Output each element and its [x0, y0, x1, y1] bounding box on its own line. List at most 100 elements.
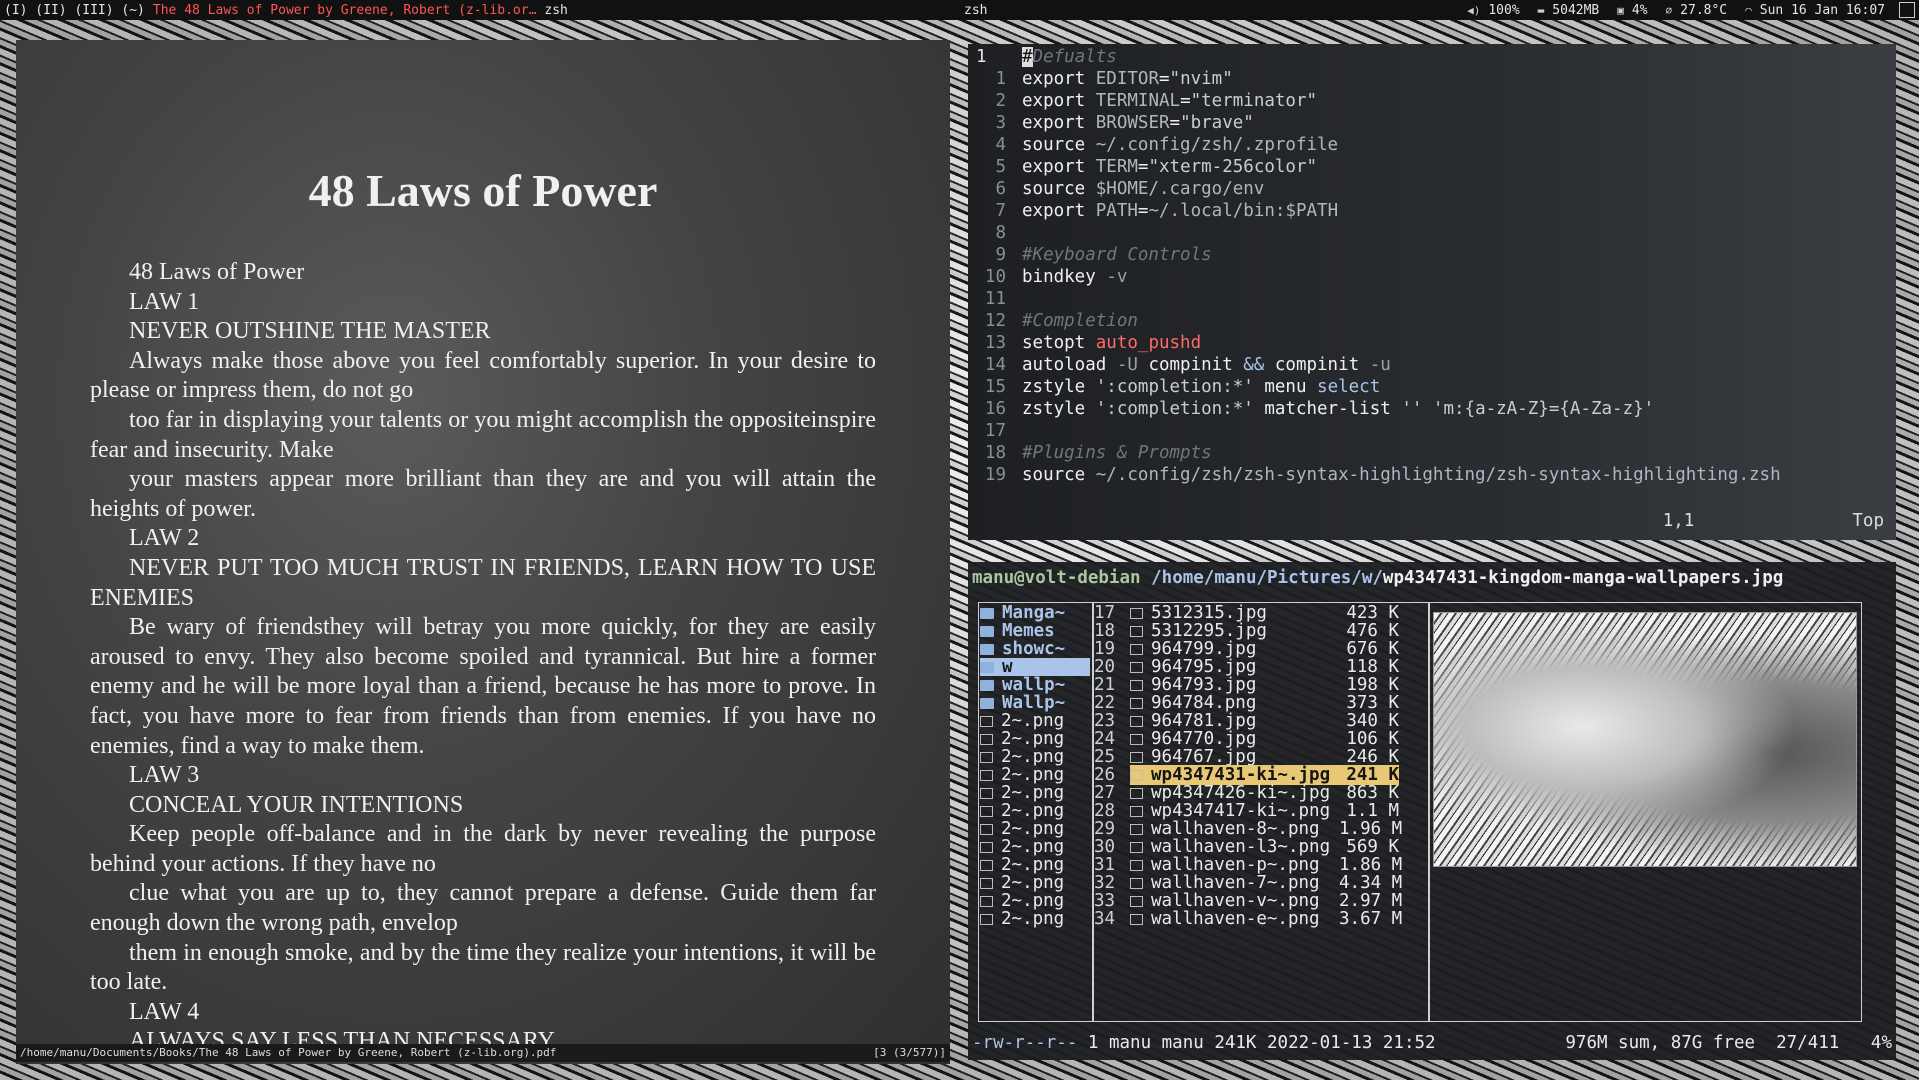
code-token: ~/.config/zsh/zsh-syntax-highlighting/zs…	[1095, 465, 1781, 485]
file-list-item[interactable]: 23 964781.jpg 340 K	[1094, 712, 1424, 730]
parent-directory-item[interactable]: wallp~	[980, 676, 1090, 694]
file-list-item[interactable]: 31 wallhaven-p~.png 1.86 M	[1094, 856, 1424, 874]
parent-directory-item[interactable]: 2~.png	[980, 712, 1090, 730]
file-size: 863 K	[1346, 783, 1399, 803]
document-paragraph: Always make those above you feel comfort…	[90, 347, 876, 404]
file-list-item[interactable]: 17 5312315.jpg 423 K	[1094, 604, 1424, 622]
focused-window-name: zsh	[964, 2, 988, 18]
file-size: 476 K	[1346, 621, 1399, 641]
item-name: 2~.png	[1001, 909, 1065, 929]
parent-directory-item[interactable]: 2~.png	[980, 802, 1090, 820]
file-list-item[interactable]: 33 wallhaven-v~.png 2.97 M	[1094, 892, 1424, 910]
parent-directory-item[interactable]: Memes	[980, 622, 1090, 640]
status-bar: (I) (II) (III) (~) The 48 Laws of Power …	[0, 0, 1919, 20]
document-paragraph: clue what you are up to, they cannot pre…	[90, 880, 876, 937]
parent-directory-item[interactable]: 2~.png	[980, 910, 1090, 928]
line-number: 2	[995, 91, 1006, 111]
image-file-icon	[1130, 860, 1143, 871]
editor-line[interactable]: 1 #Defualts	[968, 46, 1117, 68]
editor-line[interactable]: 15 zstyle ':completion:*' menu select	[968, 376, 1380, 398]
editor-line[interactable]: 1 export EDITOR="nvim"	[968, 68, 1232, 90]
file-index: 30	[1094, 837, 1116, 857]
tray-icon[interactable]	[1899, 2, 1915, 18]
item-name: w	[1002, 657, 1013, 677]
parent-directory-item[interactable]: 2~.png	[980, 784, 1090, 802]
file-list-item[interactable]: 21 964793.jpg 198 K	[1094, 676, 1424, 694]
temperature-icon: ⌀	[1665, 3, 1673, 17]
parent-directory-item[interactable]: Wallp~	[980, 694, 1090, 712]
parent-directory-item[interactable]: 2~.png	[980, 874, 1090, 892]
file-list-item[interactable]: 22 964784.png 373 K	[1094, 694, 1424, 712]
item-name: 2~.png	[1001, 891, 1065, 911]
editor-line[interactable]: 10 bindkey -v	[968, 266, 1127, 288]
file-manager-window[interactable]: manu@volt-debian /home/manu/Pictures/w/w…	[968, 562, 1896, 1060]
file-list-item[interactable]: 28 wp4347417-ki~.png 1.1 M	[1094, 802, 1424, 820]
file-list-item[interactable]: 30 wallhaven-l3~.png 569 K	[1094, 838, 1424, 856]
editor-line[interactable]: 11	[968, 288, 1022, 310]
file-list-item[interactable]: 25 964767.jpg 246 K	[1094, 748, 1424, 766]
system-stats: ◀) 100% ▬ 5042MB ▣ 4% ⌀ 27.8°C ◠ Sun 16 Jan 1…	[1449, 0, 1919, 20]
editor-line[interactable]: 7 export PATH=~/.local/bin:$PATH	[968, 200, 1338, 222]
image-file-icon	[1130, 896, 1143, 907]
parent-directory-item[interactable]: w	[980, 658, 1090, 676]
file-list-item[interactable]: 19 964799.jpg 676 K	[1094, 640, 1424, 658]
file-list-item[interactable]: 34 wallhaven-e~.png 3.67 M	[1094, 910, 1424, 928]
item-name: 2~.png	[1001, 801, 1065, 821]
editor-line[interactable]: 19 source ~/.config/zsh/zsh-syntax-highli…	[968, 464, 1781, 486]
parent-directory-item[interactable]: 2~.png	[980, 892, 1090, 910]
editor-line[interactable]: 9 #Keyboard Controls	[968, 244, 1211, 266]
image-file-icon	[1130, 698, 1143, 709]
editor-line[interactable]: 2 export TERMINAL="terminator"	[968, 90, 1317, 112]
editor-line[interactable]: 8	[968, 222, 1022, 244]
file-list-item[interactable]: 20 964795.jpg 118 K	[1094, 658, 1424, 676]
pdf-reader-window[interactable]: 48 Laws of Power 48 Laws of Power LAW 1 …	[16, 40, 950, 1064]
document-paragraph: LAW 4	[129, 998, 200, 1025]
code-token: source	[1022, 465, 1096, 485]
parent-directory-item[interactable]: 2~.png	[980, 838, 1090, 856]
code-token: zstyle	[1022, 377, 1096, 397]
image-file-icon	[1130, 752, 1143, 763]
code-token: =	[1158, 69, 1170, 89]
code-token: source	[1022, 179, 1096, 199]
parent-directory-item[interactable]: 2~.png	[980, 748, 1090, 766]
editor-line[interactable]: 5 export TERM="xterm-256color"	[968, 156, 1317, 178]
file-list-item[interactable]: 27 wp4347426-ki~.jpg 863 K	[1094, 784, 1424, 802]
file-list-item[interactable]: 26 wp4347431-ki~.jpg 241 K	[1094, 765, 1424, 785]
editor-line[interactable]: 3 export BROWSER="brave"	[968, 112, 1253, 134]
editor-line[interactable]: 6 source $HOME/.cargo/env	[968, 178, 1264, 200]
parent-directory-item[interactable]: 2~.png	[980, 730, 1090, 748]
image-file-icon	[980, 806, 993, 817]
file-list-item[interactable]: 32 wallhaven-7~.png 4.34 M	[1094, 874, 1424, 892]
nvim-editor-window[interactable]: 1,1 Top 1 #Defualts 1 export EDITOR="nvim" 2…	[968, 44, 1896, 540]
file-name: wallhaven-v~.png	[1151, 891, 1320, 911]
parent-directory-item[interactable]: 2~.png	[980, 820, 1090, 838]
memory-icon: ▬	[1537, 3, 1545, 17]
item-name: 2~.png	[1001, 765, 1065, 785]
file-size: 246 K	[1346, 747, 1399, 767]
parent-directory-item[interactable]: Manga~	[980, 604, 1090, 622]
file-entry: wallhaven-7~.png 4.34 M	[1130, 873, 1402, 893]
item-name: 2~.png	[1001, 747, 1065, 767]
parent-directory-item[interactable]: 2~.png	[980, 856, 1090, 874]
image-preview	[1433, 612, 1857, 867]
file-name: wallhaven-e~.png	[1151, 909, 1320, 929]
file-list-item[interactable]: 24 964770.jpg 106 K	[1094, 730, 1424, 748]
workspace-list[interactable]: (I) (II) (III) (~)	[0, 3, 145, 18]
image-file-icon	[1130, 644, 1143, 655]
file-entry: 964767.jpg 246 K	[1130, 747, 1399, 767]
editor-line[interactable]: 17	[968, 420, 1022, 442]
code-token: ~/.local/bin:	[1148, 201, 1286, 221]
editor-line[interactable]: 13 setopt auto_pushd	[968, 332, 1201, 354]
editor-line[interactable]: 4 source ~/.config/zsh/.zprofile	[968, 134, 1338, 156]
code-token: compinit	[1274, 355, 1370, 375]
code-token: Defualts	[1032, 47, 1117, 67]
file-list-item[interactable]: 18 5312295.jpg 476 K	[1094, 622, 1424, 640]
volume-stat[interactable]: ◀) 100%	[1467, 3, 1520, 18]
parent-directory-item[interactable]: showc~	[980, 640, 1090, 658]
editor-line[interactable]: 18 #Plugins & Prompts	[968, 442, 1212, 464]
editor-line[interactable]: 14 autoload -U compinit && compinit -u	[968, 354, 1391, 376]
parent-directory-item[interactable]: 2~.png	[980, 766, 1090, 784]
editor-line[interactable]: 12 #Completion	[968, 310, 1138, 332]
file-list-item[interactable]: 29 wallhaven-8~.png 1.96 M	[1094, 820, 1424, 838]
editor-line[interactable]: 16 zstyle ':completion:*' matcher-list ''…	[968, 398, 1654, 420]
